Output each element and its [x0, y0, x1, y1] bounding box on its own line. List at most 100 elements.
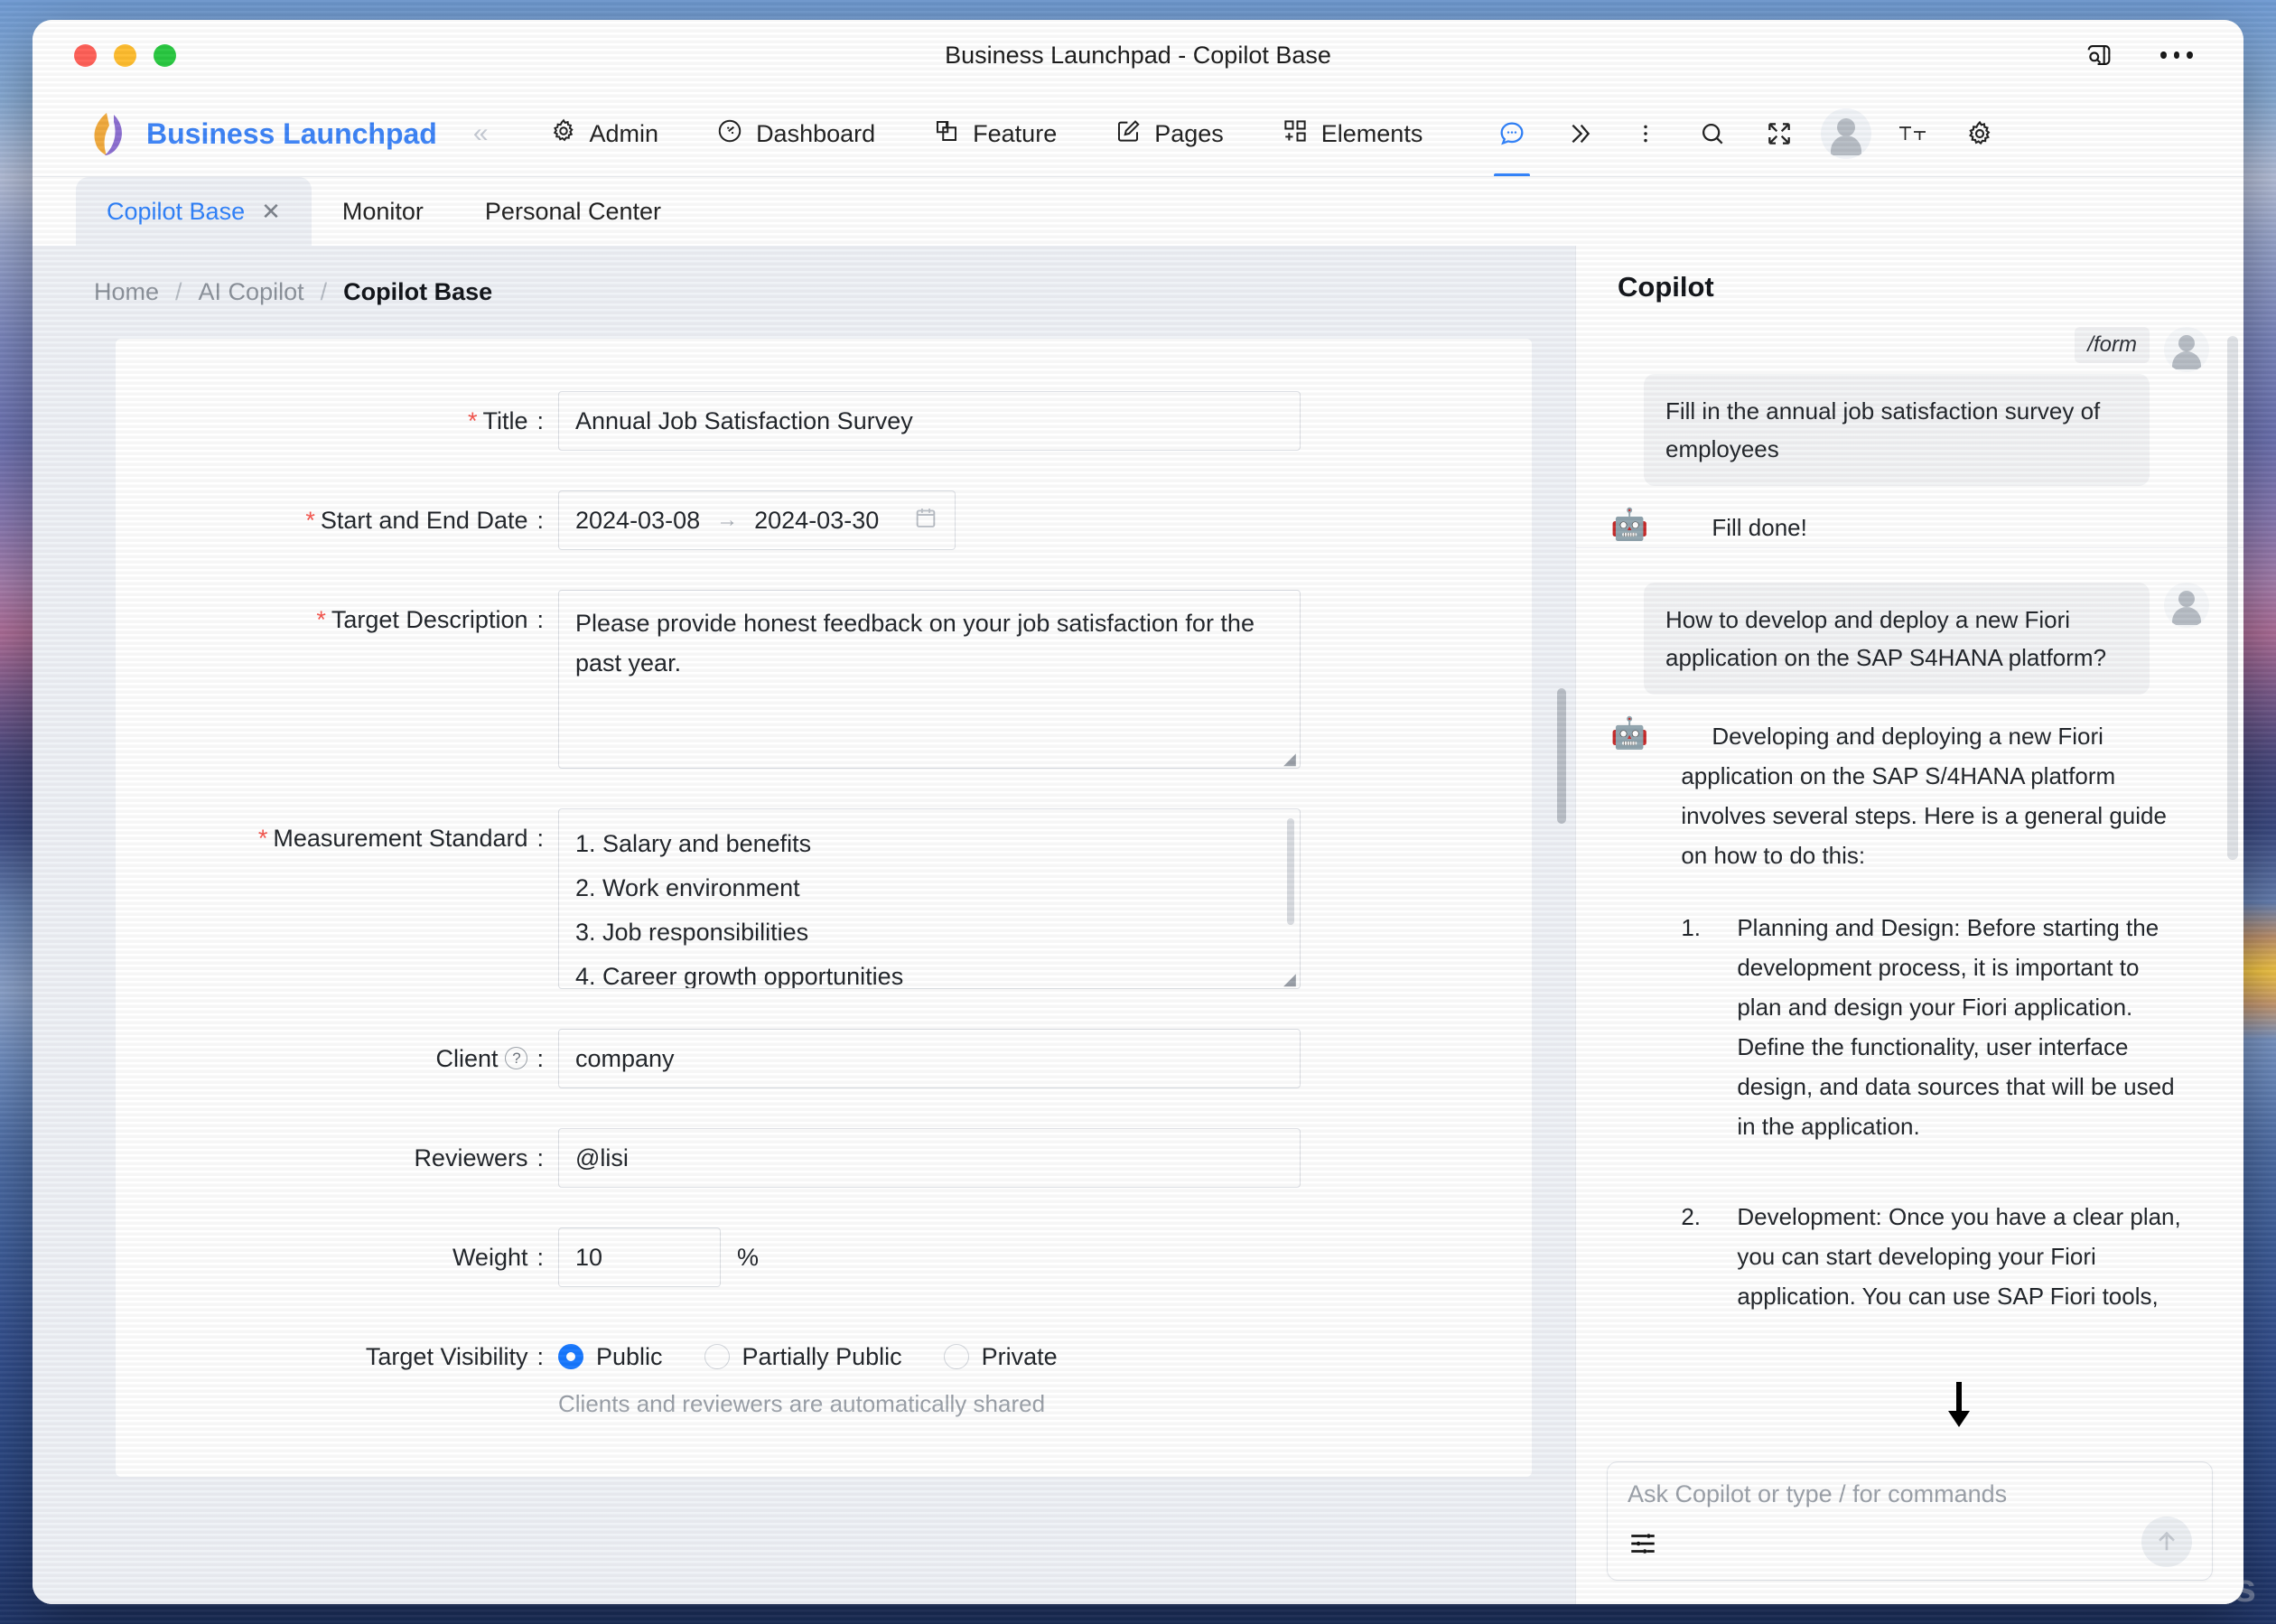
weight-unit: %	[737, 1244, 760, 1271]
label-text: Weight	[452, 1244, 528, 1271]
radio-label: Partially Public	[742, 1342, 902, 1370]
range-arrow-icon: →	[716, 508, 739, 532]
bot-paragraph: Developing and deploying a new Fiori app…	[1681, 723, 2167, 869]
target-visibility-hint: Clients and reviewers are automatically …	[558, 1390, 1046, 1417]
brand[interactable]: Business Launchpad	[87, 111, 437, 156]
sliders-icon[interactable]	[1628, 1528, 1658, 1563]
chat-scrollbar[interactable]	[2227, 336, 2238, 860]
desktop-wallpaper: cros Business Launchpad - Copilot Base	[0, 0, 2276, 1624]
nav-item-dashboard[interactable]: Dashboard	[687, 90, 904, 177]
list-item-number: 2.	[1681, 1203, 1702, 1230]
fullscreen-icon[interactable]	[1746, 90, 1813, 177]
user-avatar	[2164, 583, 2209, 628]
app-window: Business Launchpad - Copilot Base Busine…	[33, 20, 2243, 1604]
question-mark-icon[interactable]: ?	[505, 1047, 528, 1070]
label-text: Client	[435, 1045, 499, 1072]
copilot-panel: Copilot /form Fill in the annual job sat…	[1575, 246, 2243, 1604]
list-item-text: Planning and Design: Before starting the…	[1737, 914, 2175, 1140]
radio-option-private[interactable]: Private	[943, 1343, 1058, 1371]
radio-indicator[interactable]	[704, 1344, 730, 1369]
weight-value: 10	[575, 1243, 603, 1271]
search-icon[interactable]	[1679, 90, 1746, 177]
target-description-label: * Target Description:	[316, 606, 544, 633]
collapse-nav-icon[interactable]: «	[473, 118, 489, 149]
tab-copilot-base[interactable]: Copilot Base ✕	[76, 177, 312, 246]
tab-strip: Copilot Base ✕ Monitor Personal Center	[33, 177, 2243, 246]
nav-item-label: Admin	[589, 119, 659, 147]
label-text: Target Description	[331, 606, 528, 633]
chat-block: /form Fill in the annual job satisfactio…	[1576, 327, 2243, 547]
close-icon[interactable]: ✕	[261, 198, 281, 226]
radio-option-public[interactable]: Public	[558, 1343, 663, 1371]
nav-item-label: Pages	[1154, 119, 1224, 147]
chevron-double-right-icon[interactable]	[1545, 90, 1612, 177]
radio-label: Public	[596, 1342, 663, 1370]
client-input[interactable]: company	[558, 1029, 1301, 1088]
title-input[interactable]: Annual Job Satisfaction Survey	[558, 391, 1301, 451]
measurement-standard-textarea[interactable]: 1. Salary and benefits 2. Work environme…	[558, 808, 1301, 989]
tab-personal-center[interactable]: Personal Center	[454, 177, 692, 246]
nav-item-label: Elements	[1320, 119, 1423, 147]
resize-handle-icon[interactable]: ◢	[1283, 751, 1296, 767]
bot-message-row: 🤖 Fill done!	[1610, 508, 2209, 547]
settings-gear-icon[interactable]	[1946, 90, 2013, 177]
bot-message-text: Fill done!	[1681, 508, 1807, 547]
measurement-scrollbar[interactable]	[1287, 818, 1294, 925]
target-description-textarea[interactable]: Please provide honest feedback on your j…	[558, 590, 1301, 769]
radio-indicator[interactable]	[558, 1344, 583, 1369]
layers-icon	[933, 117, 960, 151]
copilot-chat-icon[interactable]	[1478, 90, 1545, 177]
edit-square-icon	[1115, 117, 1142, 151]
tab-monitor[interactable]: Monitor	[312, 177, 454, 246]
radio-option-partially-public[interactable]: Partially Public	[704, 1343, 902, 1371]
target-visibility-radio-group: Public Partially Public Private	[558, 1327, 1099, 1386]
label-text: Title	[482, 407, 528, 434]
start-date-value[interactable]: 2024-03-08	[575, 507, 700, 535]
nav-items: Admin Dashboard Feature Pages Elements	[521, 90, 1452, 177]
list-item: 1. Planning and Design: Before starting …	[1681, 908, 2187, 1146]
breadcrumb-item-current: Copilot Base	[343, 278, 493, 305]
calendar-icon[interactable]	[913, 505, 938, 537]
more-vertical-icon[interactable]	[1612, 90, 1679, 177]
form-row-client: Client?: company	[116, 1029, 1532, 1088]
reviewers-input[interactable]: @lisi	[558, 1128, 1301, 1188]
nav-item-pages[interactable]: Pages	[1086, 90, 1253, 177]
required-marker: *	[305, 507, 315, 534]
brand-name: Business Launchpad	[146, 117, 437, 150]
reviewers-value: @lisi	[575, 1143, 629, 1171]
main-scrollbar[interactable]	[1557, 688, 1566, 824]
form-row-date-range: * Start and End Date: 2024-03-08 → 2024-0…	[116, 490, 1532, 550]
form-row-target-visibility: Target Visibility: Public Partially Publ…	[116, 1327, 1532, 1418]
composer-wrapper: Ask Copilot or type / for commands	[1576, 1447, 2243, 1604]
tab-label: Copilot Base	[107, 197, 246, 225]
target-visibility-label: Target Visibility:	[365, 1343, 544, 1370]
user-avatar[interactable]	[1813, 90, 1880, 177]
app-logo-icon	[87, 111, 126, 156]
date-range-picker[interactable]: 2024-03-08 → 2024-03-30	[558, 490, 956, 550]
body-split: Home / AI Copilot / Copilot Base * Title:	[33, 246, 2243, 1604]
radio-indicator[interactable]	[943, 1344, 969, 1369]
command-chip: /form	[2075, 327, 2150, 363]
resize-handle-icon[interactable]: ◢	[1283, 971, 1296, 987]
text-size-icon[interactable]	[1880, 90, 1946, 177]
breadcrumb-item-ai-copilot[interactable]: AI Copilot	[199, 278, 304, 306]
tab-label: Monitor	[341, 197, 424, 225]
nav-item-elements[interactable]: Elements	[1253, 90, 1452, 177]
weight-input[interactable]: 10	[558, 1227, 721, 1287]
breadcrumb-item-home[interactable]: Home	[94, 278, 159, 306]
title-label: * Title:	[467, 407, 544, 434]
window-title: Business Launchpad - Copilot Base	[945, 41, 1331, 69]
user-message-row: /form Fill in the annual job satisfactio…	[1610, 327, 2209, 486]
nav-item-label: Dashboard	[756, 119, 876, 147]
label-text: Start and End Date	[320, 507, 528, 534]
user-avatar	[2164, 327, 2209, 372]
nav-item-admin[interactable]: Admin	[521, 90, 688, 177]
list-item-text: Development: Once you have a clear plan,…	[1737, 1203, 2181, 1310]
copilot-input-box[interactable]: Ask Copilot or type / for commands	[1607, 1461, 2213, 1581]
send-message-button[interactable]	[2141, 1517, 2192, 1567]
user-message-bubble: Fill in the annual job satisfaction surv…	[1644, 374, 2150, 486]
end-date-value[interactable]: 2024-03-30	[754, 507, 879, 535]
bot-ordered-list: 1. Planning and Design: Before starting …	[1681, 908, 2187, 1316]
nav-item-feature[interactable]: Feature	[904, 90, 1086, 177]
date-range-label: * Start and End Date:	[305, 507, 544, 534]
